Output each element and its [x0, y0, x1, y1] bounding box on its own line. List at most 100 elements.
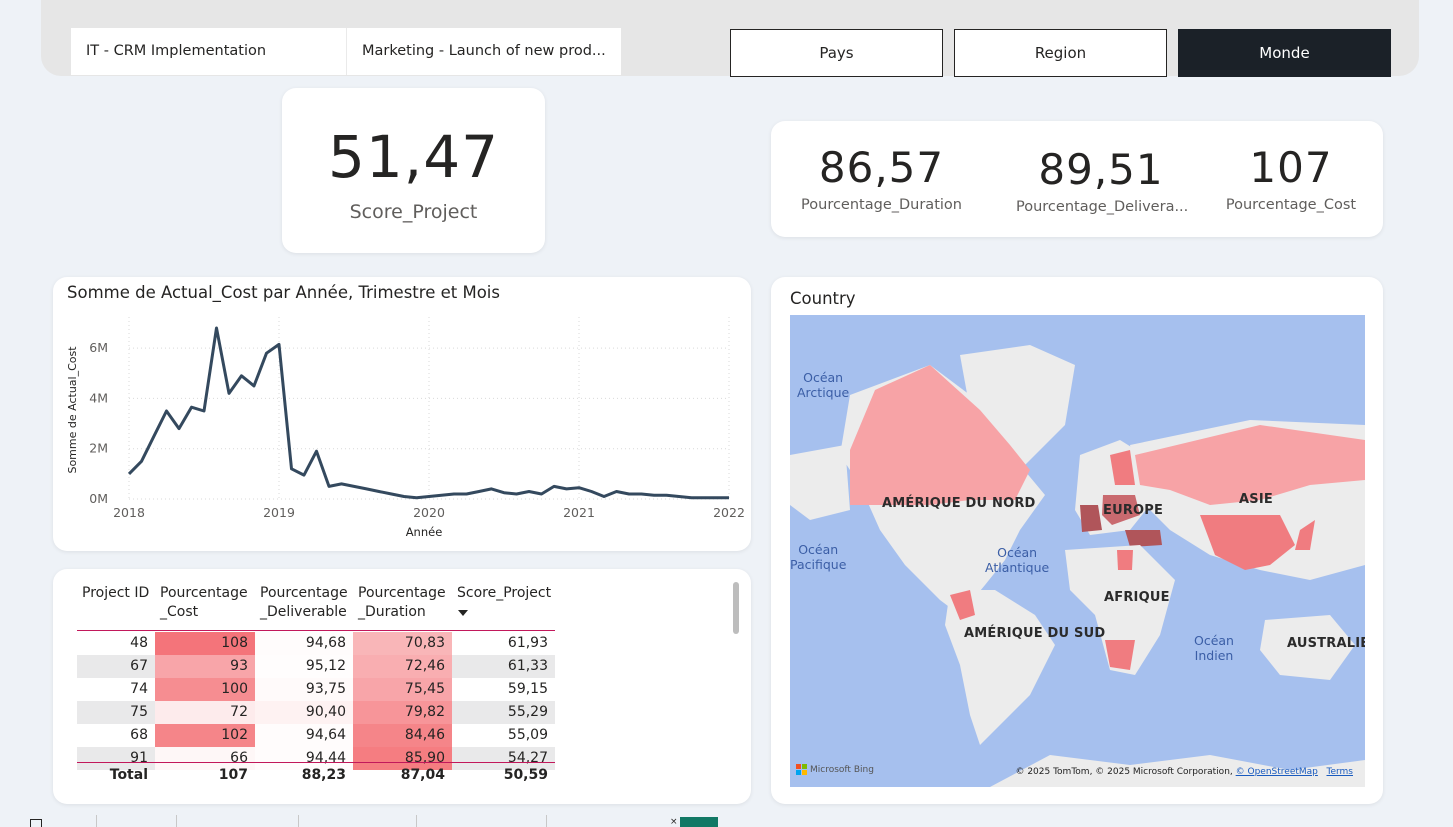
y-tick-label: 6M: [89, 340, 108, 355]
pct-deliverable-cell: 95,12: [255, 655, 353, 678]
total-label: Total: [109, 767, 148, 783]
pct-duration-value: 86,57: [818, 143, 945, 192]
openstreetmap-link[interactable]: © OpenStreetMap: [1236, 767, 1318, 777]
pct-deliverable-label: Pourcentage_Delivera...: [1016, 199, 1189, 215]
pct-deliverable-kpi: 89,51 Pourcentage_Delivera...: [1016, 145, 1189, 215]
pct-deliverable-cell: 94,68: [255, 632, 353, 655]
header-pct-duration[interactable]: Pourcentage _Duration: [358, 584, 453, 622]
total-cost: 107: [218, 767, 248, 783]
score-project-cell: 61,93: [507, 635, 548, 651]
x-tick-label: 2020: [413, 505, 445, 520]
x-tick-label: 2019: [263, 505, 295, 520]
terms-link[interactable]: Terms: [1326, 767, 1353, 777]
region-label-south-america: AMÉRIQUE DU SUD: [964, 626, 1106, 641]
total-score: 50,59: [503, 767, 548, 783]
region-button[interactable]: Region: [954, 29, 1167, 77]
total-row: Total 107 88,23 87,04 50,59: [77, 764, 555, 787]
close-icon[interactable]: ×: [670, 817, 678, 827]
x-tick-label: 2021: [563, 505, 595, 520]
header-project-id[interactable]: Project ID: [82, 584, 152, 603]
project-tab-crm[interactable]: IT - CRM Implementation: [71, 28, 346, 75]
map-land-shapes: [790, 345, 1365, 787]
table-row[interactable]: 75 72 90,40 79,82 55,29: [77, 701, 555, 724]
score-project-card: 51,47 Score_Project: [282, 88, 545, 253]
microsoft-logo-icon: [796, 764, 807, 775]
monde-button[interactable]: Monde: [1178, 29, 1391, 77]
egypt-highlight: [1117, 550, 1133, 570]
pct-duration-cell: 70,83: [353, 632, 452, 655]
ocean-label-pacific: Océan Pacifique: [790, 542, 847, 572]
header-pct-deliverable[interactable]: Pourcentage _Deliverable: [260, 584, 355, 622]
page-tab-strip: ×: [0, 815, 1453, 827]
score-project-cell: 61,33: [507, 658, 548, 674]
y-tick-label: 2M: [89, 441, 108, 456]
x-tick-label: 2018: [113, 505, 145, 520]
table-scrollbar[interactable]: [733, 582, 739, 634]
total-deliverable: 88,23: [301, 767, 346, 783]
pct-cost-cell: 108: [155, 632, 255, 655]
pct-cost-label: Pourcentage_Cost: [1225, 197, 1357, 213]
pct-cost-kpi: 107 Pourcentage_Cost: [1216, 143, 1366, 213]
add-page-button[interactable]: [680, 817, 718, 827]
pct-cost-cell: 100: [155, 678, 255, 701]
score-project-label: Score_Project: [349, 201, 478, 223]
region-label-africa: AFRIQUE: [1104, 590, 1170, 605]
header-score-project[interactable]: Score_Project: [457, 584, 555, 616]
pct-deliverable-cell: 94,64: [255, 724, 353, 747]
pct-duration-cell: 79,82: [353, 701, 452, 724]
project-id-cell: 67: [130, 658, 148, 674]
x-axis-label: Année: [406, 525, 443, 539]
x-tick-label: 2022: [713, 505, 745, 520]
actual-cost-line-chart[interactable]: 6M 4M 2M 0M 2018 2019 2020 2021 2022 Année Somm…: [53, 277, 751, 551]
project-id-cell: 68: [130, 727, 148, 743]
y-axis-label: Somme de Actual_Cost: [66, 346, 79, 474]
pct-deliverable-cell: 90,40: [255, 701, 353, 724]
ocean-label-atlantic: Océan Atlantique: [985, 545, 1050, 575]
ocean-label-indian: Océan Indien: [1194, 633, 1234, 663]
world-map[interactable]: Océan Arctique Océan Pacifique Océan Atl…: [790, 315, 1365, 787]
score-project-value: 51,47: [327, 123, 500, 191]
y-tick-label: 0M: [89, 491, 108, 506]
alaska-shape: [790, 445, 850, 520]
project-tab-marketing[interactable]: Marketing - Launch of new prod...: [346, 28, 621, 75]
bing-logo: Microsoft Bing: [796, 764, 874, 775]
table-row[interactable]: 67 93 95,12 72,46 61,33: [77, 655, 555, 678]
table-row[interactable]: 74 100 93,75 75,45 59,15: [77, 678, 555, 701]
percentage-kpi-card: 86,57 Pourcentage_Duration 89,51 Pourcen…: [771, 121, 1383, 237]
score-project-cell: 55,29: [507, 704, 548, 720]
header-pct-cost[interactable]: Pourcentage _Cost: [160, 584, 255, 622]
turkey-highlight: [1125, 530, 1162, 547]
region-label-north-america: AMÉRIQUE DU NORD: [882, 496, 1036, 511]
y-tick-label: 4M: [89, 390, 108, 405]
pct-deliverable-value: 89,51: [1038, 145, 1164, 194]
region-label-australia: AUSTRALIE: [1287, 636, 1365, 651]
table-row[interactable]: 68 102 94,64 84,46 55,09: [77, 724, 555, 747]
region-label-europe: EUROPE: [1103, 503, 1164, 518]
pct-cost-cell: 72: [155, 701, 255, 724]
project-slicer: IT - CRM Implementation Marketing - Laun…: [71, 28, 621, 75]
map-title: Country: [790, 289, 856, 308]
total-duration: 87,04: [400, 767, 445, 783]
pct-cost-cell: 93: [155, 655, 255, 678]
pays-button[interactable]: Pays: [730, 29, 943, 77]
score-project-cell: 59,15: [507, 681, 548, 697]
pct-cost-cell: 102: [155, 724, 255, 747]
project-id-cell: 74: [130, 681, 148, 697]
page-icon[interactable]: [30, 819, 42, 827]
pct-duration-label: Pourcentage_Duration: [801, 197, 962, 213]
map-attribution: © 2025 TomTom, © 2025 Microsoft Corporat…: [1015, 767, 1353, 777]
ocean-label-arctic: Océan Arctique: [797, 370, 850, 400]
project-id-cell: 75: [130, 704, 148, 720]
pct-deliverable-cell: 93,75: [255, 678, 353, 701]
pct-duration-cell: 75,45: [353, 678, 452, 701]
project-id-cell: 48: [130, 635, 148, 651]
pct-duration-cell: 84,46: [353, 724, 452, 747]
actual-cost-chart-card: Somme de Actual_Cost par Année, Trimestr…: [53, 277, 751, 551]
total-divider: [77, 762, 555, 763]
table-row[interactable]: 48 108 94,68 70,83 61,93: [77, 632, 555, 655]
pct-cost-value: 107: [1249, 143, 1333, 192]
score-project-cell: 55,09: [507, 727, 548, 743]
pct-duration-cell: 72,46: [353, 655, 452, 678]
header-divider: [77, 630, 555, 631]
region-label-asia: ASIE: [1239, 492, 1273, 507]
